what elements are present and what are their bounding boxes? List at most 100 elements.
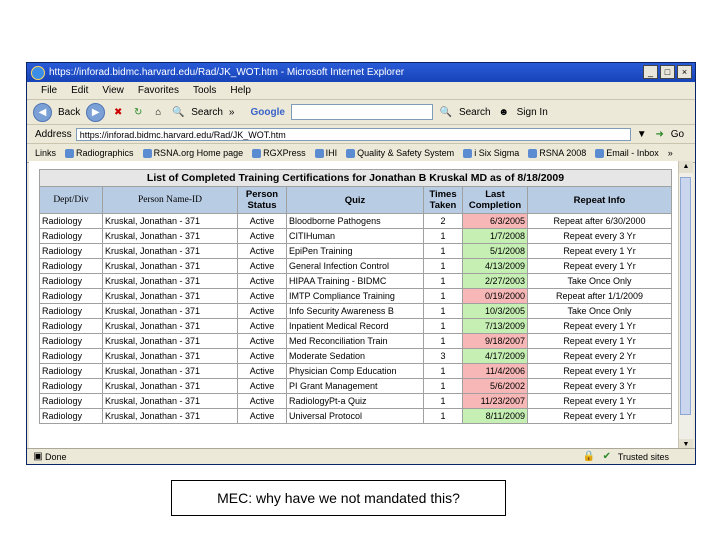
link-six-sigma[interactable]: i Six Sigma (463, 148, 519, 158)
cell-person-status: Active (237, 378, 287, 394)
cell-repeat-info: Repeat every 1 Yr (527, 408, 672, 424)
scroll-thumb[interactable] (680, 177, 691, 415)
cell-dept: Radiology (39, 303, 103, 319)
cell-person-status: Active (237, 333, 287, 349)
link-rgxpress[interactable]: RGXPress (252, 148, 306, 158)
cell-repeat-info: Repeat after 1/1/2009 (527, 288, 672, 304)
menu-edit[interactable]: Edit (71, 85, 88, 96)
google-search-input[interactable] (290, 104, 433, 120)
link-radiographics[interactable]: Radiographics (65, 148, 134, 158)
link-rsna-home[interactable]: RSNA.org Home page (142, 148, 243, 158)
cell-last-completion: 7/13/2009 (462, 318, 528, 334)
search-button[interactable]: Search (191, 107, 223, 118)
google-search-button[interactable]: Search (459, 107, 491, 118)
menu-bar: File Edit View Favorites Tools Help (27, 82, 695, 100)
cell-times-taken: 3 (423, 348, 463, 364)
cell-person-status: Active (237, 273, 287, 289)
maximize-button[interactable]: □ (660, 65, 675, 79)
link-email-inbox[interactable]: Email - Inbox (595, 148, 659, 158)
link-rsna-2008[interactable]: RSNA 2008 (528, 148, 586, 158)
search-icon[interactable]: 🔍 (171, 105, 185, 119)
page-icon (595, 148, 605, 158)
cell-last-completion: 8/11/2009 (462, 408, 528, 424)
cell-person-name: Kruskal, Jonathan - 371 (102, 273, 238, 289)
links-chevron[interactable]: » (668, 148, 673, 158)
google-logo: Google (250, 106, 285, 118)
cell-repeat-info: Repeat every 2 Yr (527, 348, 672, 364)
link-ihi[interactable]: IHI (314, 148, 337, 158)
cell-times-taken: 1 (423, 228, 463, 244)
table-header-row: Dept/Div Person Name-ID Person Status Qu… (39, 186, 672, 214)
cell-person-name: Kruskal, Jonathan - 371 (102, 363, 238, 379)
header-dept: Dept/Div (39, 186, 103, 214)
header-quiz: Quiz (286, 186, 424, 214)
cell-person-status: Active (237, 213, 287, 229)
cell-dept: Radiology (39, 288, 103, 304)
go-arrow-icon[interactable]: ➜ (653, 127, 667, 141)
back-arrow-icon[interactable]: ◀ (33, 102, 52, 122)
cell-last-completion: 11/23/2007 (462, 393, 528, 409)
menu-view[interactable]: View (102, 85, 124, 96)
cell-times-taken: 1 (423, 378, 463, 394)
cell-times-taken: 1 (423, 303, 463, 319)
cell-person-status: Active (237, 243, 287, 259)
google-search-icon[interactable]: 🔍 (439, 105, 453, 119)
cell-last-completion: 2/27/2003 (462, 273, 528, 289)
cell-last-completion: 0/19/2000 (462, 288, 528, 304)
table-row: Radiology Kruskal, Jonathan - 371 Active IM… (39, 288, 672, 304)
cell-last-completion: 4/17/2009 (462, 348, 528, 364)
close-button[interactable]: × (677, 65, 692, 79)
sign-in-button[interactable]: Sign In (517, 107, 548, 118)
title-bar[interactable]: https://inforad.bidmc.harvard.edu/Rad/JK… (27, 63, 695, 82)
cell-repeat-info: Repeat every 1 Yr (527, 333, 672, 349)
cell-person-name: Kruskal, Jonathan - 371 (102, 408, 238, 424)
refresh-icon[interactable]: ↻ (131, 105, 145, 119)
table-row: Radiology Kruskal, Jonathan - 371 Active In… (39, 303, 672, 319)
cell-last-completion: 5/1/2008 (462, 243, 528, 259)
page-icon (528, 148, 538, 158)
address-dropdown-icon[interactable]: ▼ (635, 127, 649, 141)
cell-quiz: General Infection Control (286, 258, 424, 274)
cell-dept: Radiology (39, 393, 103, 409)
cell-quiz: PI Grant Management (286, 378, 424, 394)
cell-person-status: Active (237, 288, 287, 304)
cell-quiz: IMTP Compliance Training (286, 288, 424, 304)
link-quality-safety[interactable]: Quality & Safety System (346, 148, 454, 158)
cell-quiz: EpiPen Training (286, 243, 424, 259)
cell-dept: Radiology (39, 213, 103, 229)
menu-favorites[interactable]: Favorites (138, 85, 179, 96)
table-row: Radiology Kruskal, Jonathan - 371 Active Ra… (39, 393, 672, 409)
table-row: Radiology Kruskal, Jonathan - 371 Active Ep… (39, 243, 672, 259)
cell-person-name: Kruskal, Jonathan - 371 (102, 318, 238, 334)
cell-repeat-info: Repeat every 3 Yr (527, 228, 672, 244)
cell-person-status: Active (237, 228, 287, 244)
vertical-scrollbar[interactable]: ▲ ▼ (678, 161, 693, 451)
cell-quiz: Universal Protocol (286, 408, 424, 424)
cell-repeat-info: Repeat after 6/30/2000 (527, 213, 672, 229)
home-icon[interactable]: ⌂ (151, 105, 165, 119)
page-icon (65, 148, 75, 158)
stop-icon[interactable]: ✖ (111, 105, 125, 119)
menu-help[interactable]: Help (230, 85, 251, 96)
cell-dept: Radiology (39, 273, 103, 289)
cell-person-name: Kruskal, Jonathan - 371 (102, 228, 238, 244)
scroll-up-icon[interactable]: ▲ (679, 161, 693, 173)
cell-dept: Radiology (39, 318, 103, 334)
browser-window: https://inforad.bidmc.harvard.edu/Rad/JK… (26, 62, 696, 465)
address-input[interactable]: https://inforad.bidmc.harvard.edu/Rad/JK… (75, 127, 631, 141)
cell-repeat-info: Repeat every 1 Yr (527, 363, 672, 379)
toolbar-chevron[interactable]: » (229, 107, 235, 118)
forward-arrow-icon[interactable]: ▶ (86, 102, 106, 122)
cell-repeat-info: Take Once Only (527, 303, 672, 319)
menu-file[interactable]: File (41, 85, 57, 96)
cell-repeat-info: Repeat every 1 Yr (527, 393, 672, 409)
menu-tools[interactable]: Tools (193, 85, 216, 96)
cell-times-taken: 1 (423, 363, 463, 379)
back-button[interactable]: Back (58, 107, 80, 118)
page-icon (314, 148, 324, 158)
cell-repeat-info: Repeat every 3 Yr (527, 378, 672, 394)
cell-quiz: Med Reconciliation Train (286, 333, 424, 349)
minimize-button[interactable]: _ (643, 65, 658, 79)
go-button[interactable]: Go (671, 129, 684, 140)
window-controls: _ □ × (643, 65, 692, 79)
